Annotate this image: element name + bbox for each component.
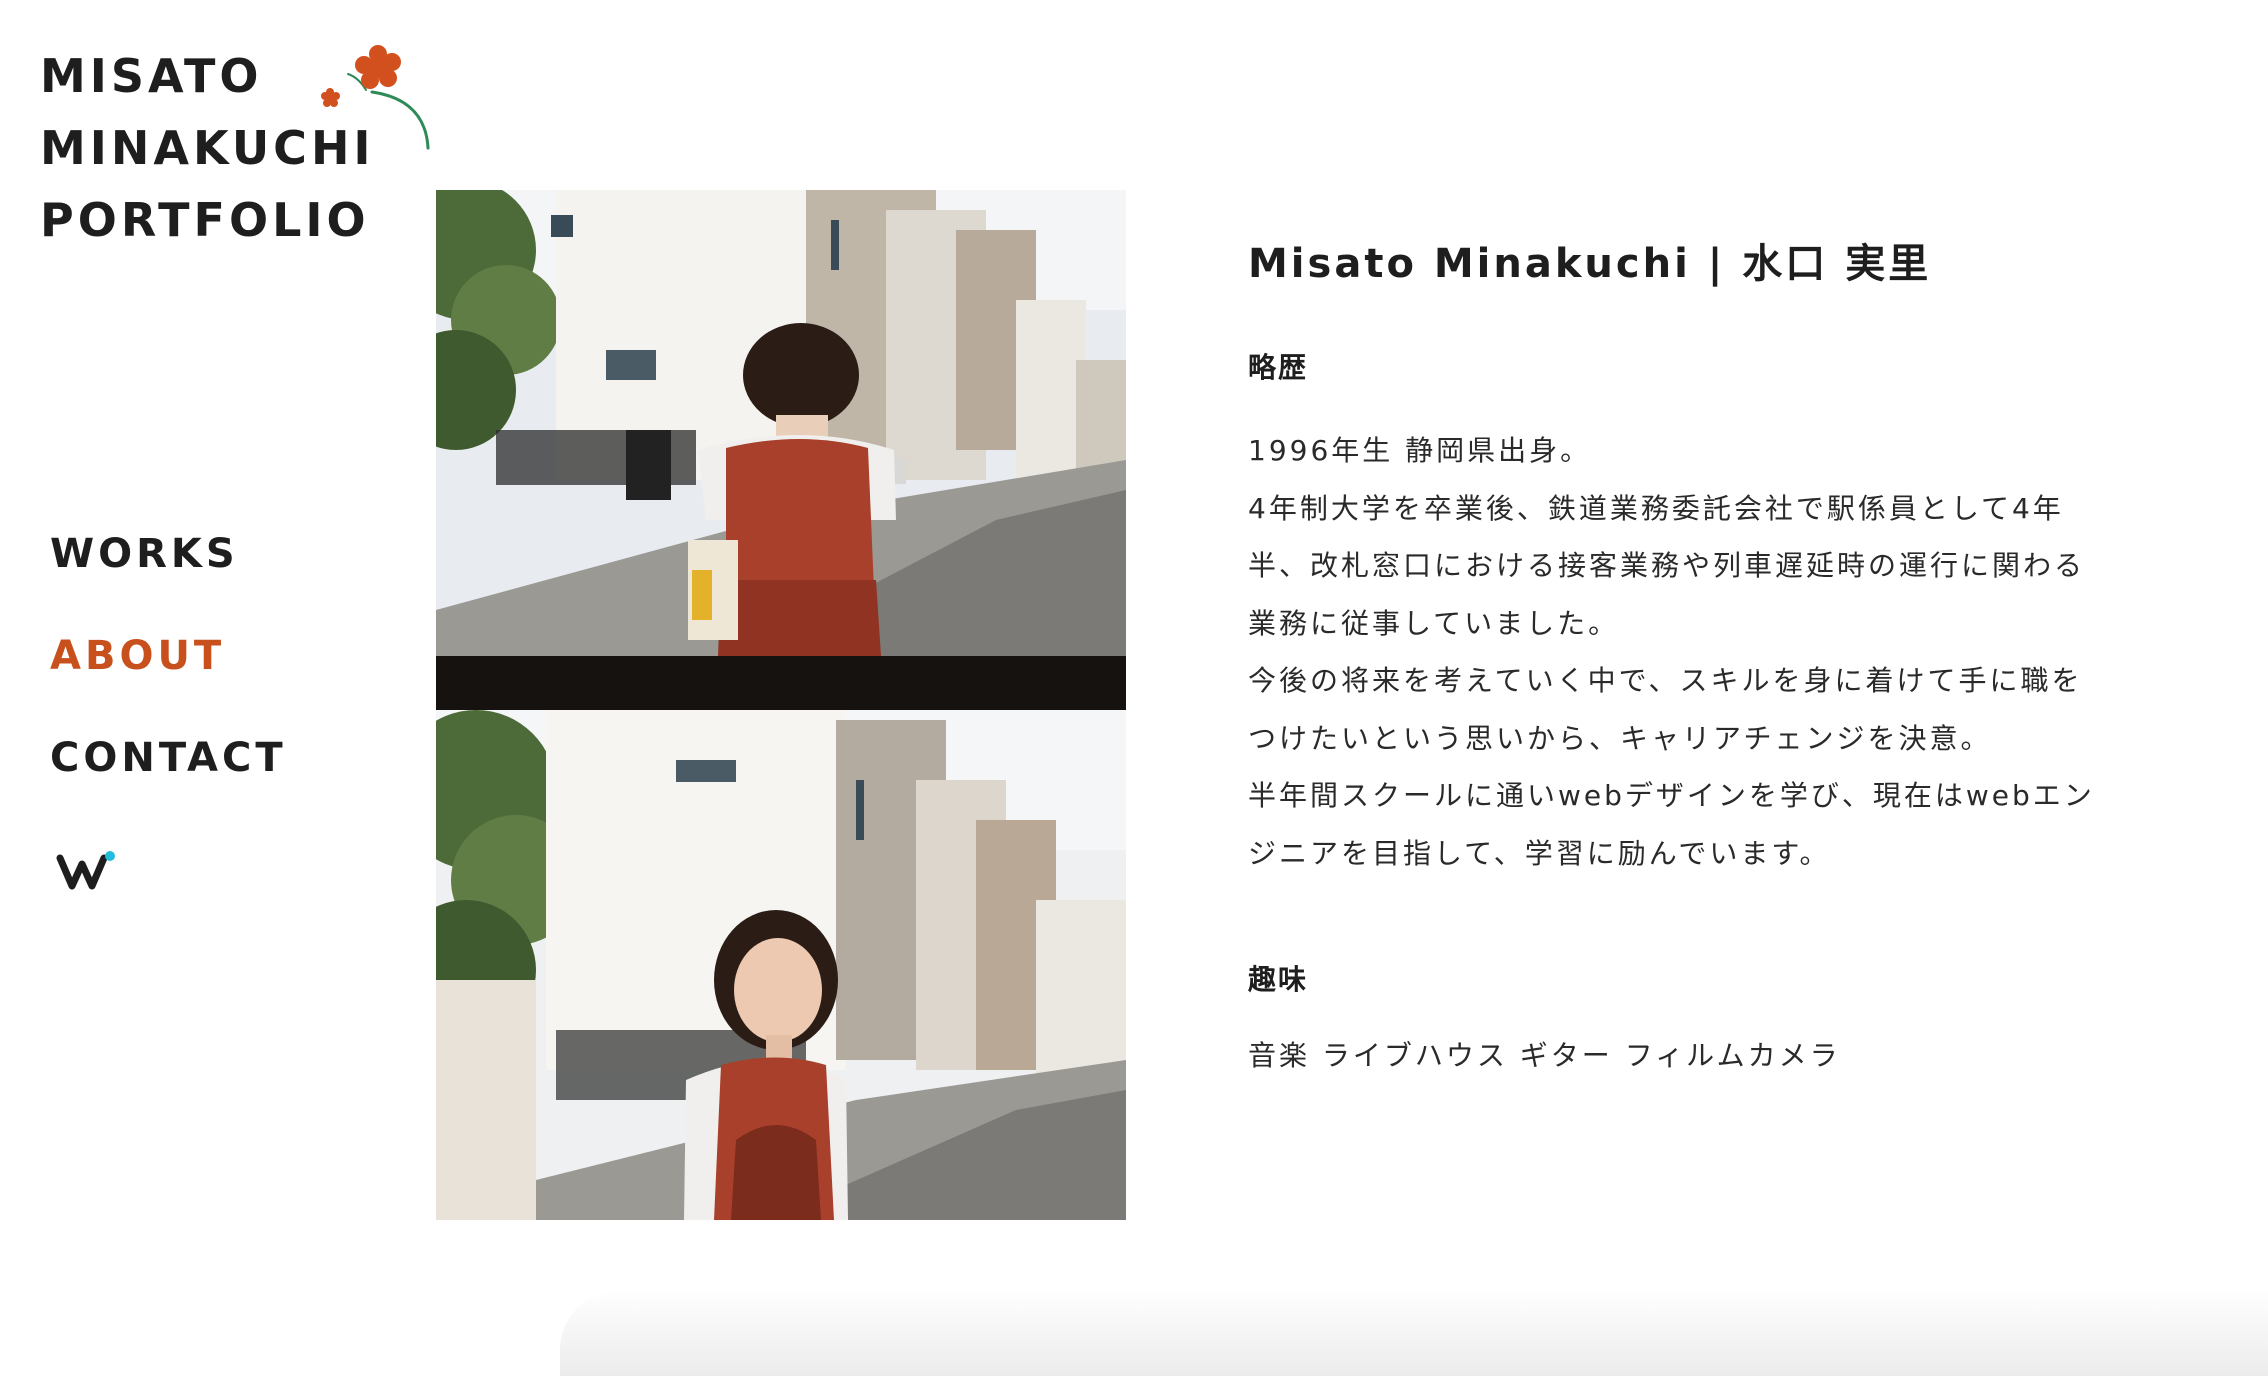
nav-about-link[interactable]: ABOUT [50, 632, 350, 680]
nav-contact-link[interactable]: CONTACT [50, 734, 350, 782]
career-line: 今後の将来を考えていく中で、スキルを身に着けて手に職を [1248, 664, 2083, 697]
hobby-text: 音楽 ライブハウス ギター フィルムカメラ [1248, 1039, 1841, 1072]
about-section: Misato Minakuchi | 水口 実里 略歴 1996年生 静岡県出身… [1248, 236, 2188, 1078]
profile-name: Misato Minakuchi | 水口 実里 [1248, 241, 1932, 287]
bottom-shadow [560, 1290, 2268, 1376]
profile-photo [436, 190, 1126, 1220]
logo-line-3: PORTFOLIO [40, 193, 370, 247]
hobby-block: 趣味 音楽 ライブハウス ギター フィルムカメラ [1248, 960, 2188, 1078]
hobby-heading: 趣味 [1248, 963, 1309, 996]
career-line: 半年間スクールに通いwebデザインを学び、現在はwebエン [1248, 779, 2095, 812]
nav-works-link[interactable]: WORKS [50, 530, 350, 578]
main-nav: WORKS ABOUT CONTACT [50, 530, 350, 890]
career-line: 4年制大学を卒業後、鉄道業務委託会社で駅係員として4年 [1248, 491, 2064, 525]
career-text: 1996年生 静岡県出身。 4年制大学を卒業後、鉄道業務委託会社で駅係員として4… [1248, 422, 2188, 882]
career-line: 業務に従事していました。 [1248, 606, 1620, 640]
wantedly-icon[interactable] [56, 846, 116, 892]
photo-frame-bottom [436, 710, 1126, 1220]
site-logo[interactable]: MISATO MINAKUCHI PORTFOLIO [40, 40, 430, 260]
career-heading: 略歴 [1248, 351, 1309, 384]
career-line: ジニアを目指して、学習に励んでいます。 [1248, 836, 1831, 870]
career-line: 1996年生 静岡県出身。 [1248, 434, 1592, 467]
career-line: 半、改札窓口における接客業務や列車遅延時の運行に関わる [1248, 549, 2086, 582]
career-line: つけたいという思いから、キャリアチェンジを決意。 [1248, 721, 1992, 755]
photo-frame-top [436, 190, 1126, 656]
flower-icon [321, 45, 430, 150]
